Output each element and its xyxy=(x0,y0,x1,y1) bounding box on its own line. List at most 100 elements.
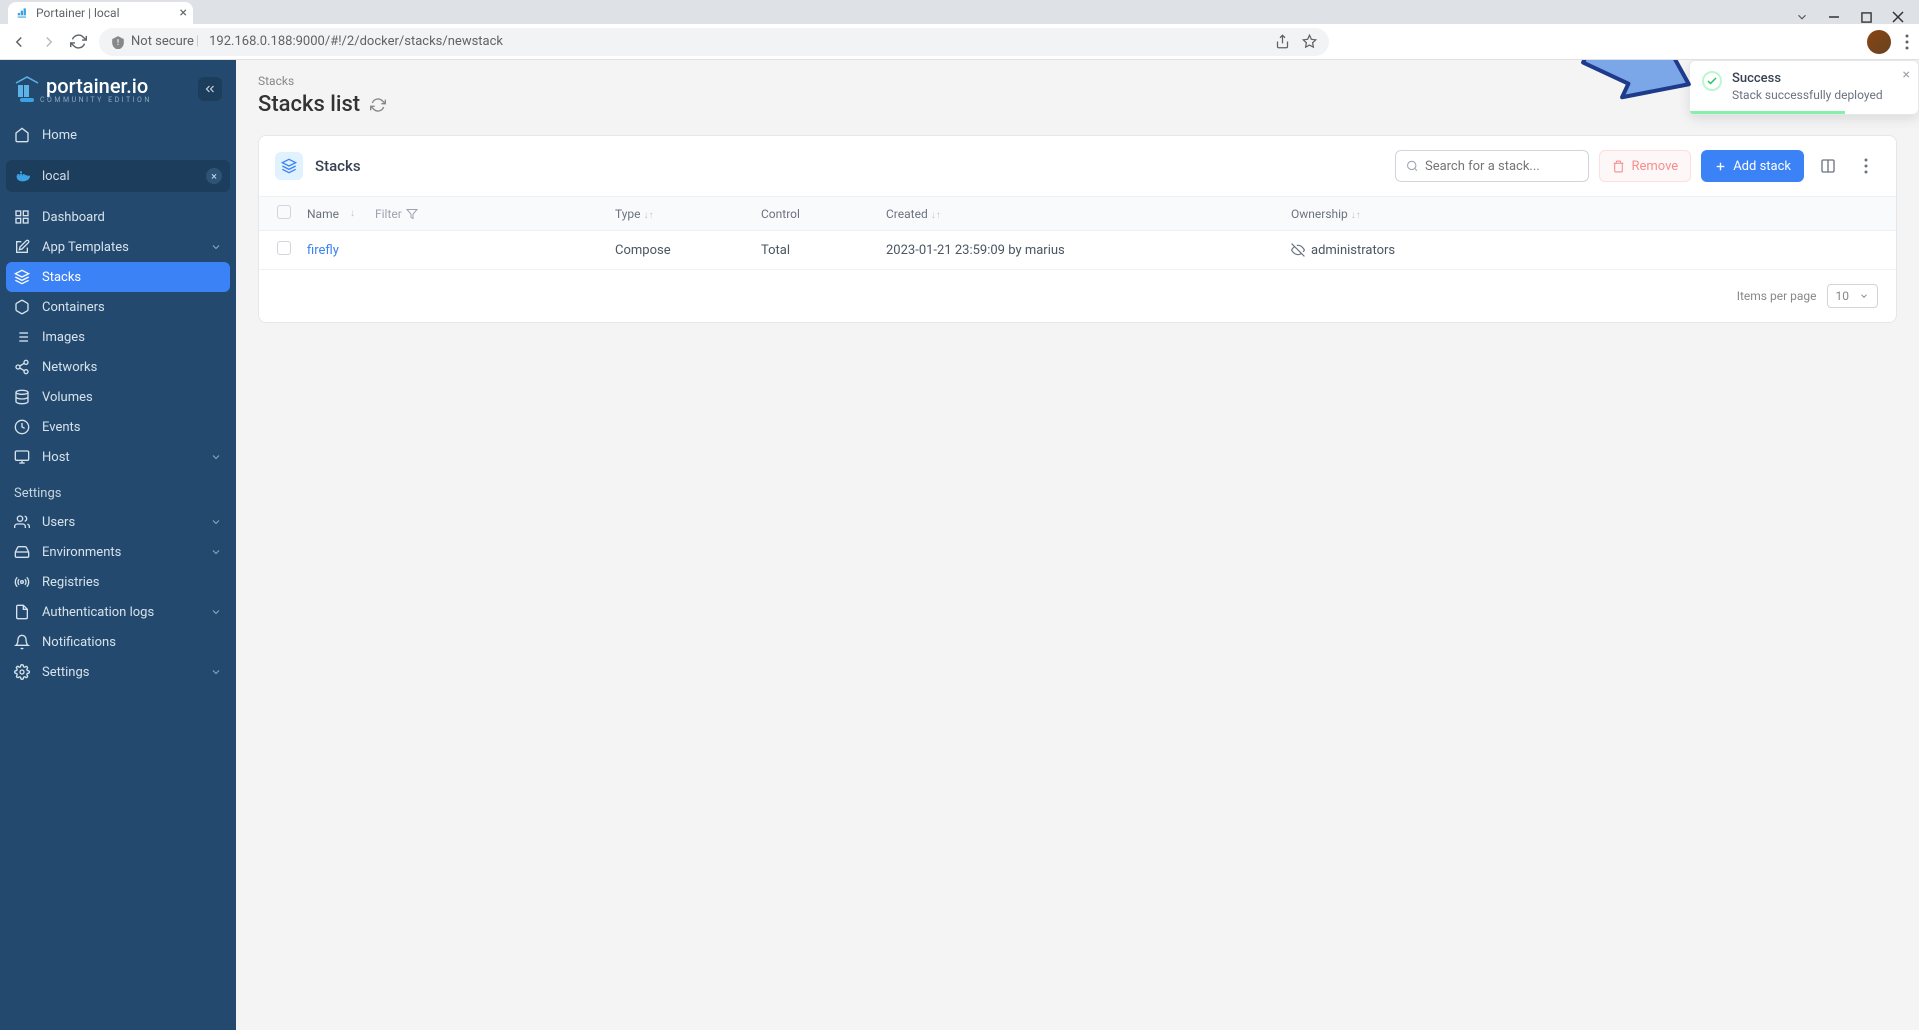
sidebar-item-users[interactable]: Users xyxy=(0,507,236,537)
sort-desc-icon[interactable]: ↓ xyxy=(350,208,355,219)
sidebar-item-label: Users xyxy=(42,515,75,530)
share-icon[interactable] xyxy=(1275,34,1290,49)
sort-icon[interactable]: ↓↑ xyxy=(1351,210,1361,221)
share-nodes-icon xyxy=(14,359,30,375)
sidebar-item-label: Stacks xyxy=(42,270,81,285)
hard-drive-icon xyxy=(14,544,30,560)
database-icon xyxy=(14,389,30,405)
environment-close-icon[interactable]: × xyxy=(206,168,222,184)
bookmark-star-icon[interactable] xyxy=(1302,34,1317,49)
filter-button[interactable]: Filter xyxy=(375,207,418,221)
browser-tab-strip: Portainer | local × xyxy=(0,0,1919,24)
search-input[interactable] xyxy=(1425,159,1579,174)
sidebar-item-environments[interactable]: Environments xyxy=(0,537,236,567)
chevron-down-icon[interactable] xyxy=(1795,10,1809,24)
search-icon xyxy=(1406,159,1419,173)
sidebar-item-label: Home xyxy=(42,128,77,143)
filter-icon xyxy=(406,208,418,220)
address-bar[interactable]: Not secure | 192.168.0.188:9000/#!/2/doc… xyxy=(99,28,1329,56)
annotation-arrow xyxy=(1579,60,1709,116)
minimize-icon[interactable] xyxy=(1827,10,1841,24)
sidebar-item-containers[interactable]: Containers xyxy=(0,292,236,322)
remove-button[interactable]: Remove xyxy=(1599,150,1691,182)
settings-section-label: Settings xyxy=(0,472,236,507)
toast-message: Stack successfully deployed xyxy=(1732,88,1883,102)
clock-icon xyxy=(14,419,30,435)
browser-tab[interactable]: Portainer | local × xyxy=(8,2,193,24)
select-all-checkbox[interactable] xyxy=(277,205,291,219)
collapse-sidebar-button[interactable] xyxy=(198,77,222,101)
sidebar-item-events[interactable]: Events xyxy=(0,412,236,442)
column-created[interactable]: Created xyxy=(886,207,928,221)
refresh-icon[interactable] xyxy=(370,97,386,113)
tab-favicon xyxy=(16,6,30,20)
row-ownership: administrators xyxy=(1311,243,1395,258)
layers-icon xyxy=(14,269,30,285)
edit-icon xyxy=(14,239,30,255)
tab-close-icon[interactable]: × xyxy=(180,5,187,21)
environment-label: local xyxy=(42,169,70,184)
sidebar-item-label: Environments xyxy=(42,545,121,560)
chevron-down-icon xyxy=(210,606,222,618)
radio-icon xyxy=(14,574,30,590)
brand-subtitle: COMMUNITY EDITION xyxy=(40,96,152,104)
sidebar-item-app-templates[interactable]: App Templates xyxy=(0,232,236,262)
profile-avatar[interactable] xyxy=(1867,30,1891,54)
sidebar-item-label: Volumes xyxy=(42,390,93,405)
sidebar-item-label: Authentication logs xyxy=(42,605,154,620)
sidebar-item-label: Notifications xyxy=(42,635,116,650)
remove-button-label: Remove xyxy=(1631,159,1678,174)
sidebar-item-notifications[interactable]: Notifications xyxy=(0,627,236,657)
kebab-menu-icon[interactable] xyxy=(1905,34,1909,50)
sort-icon[interactable]: ↓↑ xyxy=(644,210,654,221)
column-control[interactable]: Control xyxy=(761,207,800,221)
sidebar-item-label: Host xyxy=(42,450,70,465)
toast-close-icon[interactable]: × xyxy=(1903,67,1910,83)
sort-icon[interactable]: ↓↑ xyxy=(931,210,941,221)
window-close-icon[interactable] xyxy=(1891,10,1905,24)
items-per-page-select[interactable]: 10 xyxy=(1827,284,1879,308)
sidebar-item-networks[interactable]: Networks xyxy=(0,352,236,382)
portainer-logo-icon xyxy=(14,75,40,103)
add-stack-label: Add stack xyxy=(1733,159,1791,174)
sidebar-item-registries[interactable]: Registries xyxy=(0,567,236,597)
success-toast: × Success Stack successfully deployed xyxy=(1689,60,1919,115)
sidebar-item-home[interactable]: Home xyxy=(0,120,236,150)
sidebar-item-label: Registries xyxy=(42,575,100,590)
forward-icon[interactable] xyxy=(40,33,58,51)
toast-progress-bar xyxy=(1690,111,1845,114)
sidebar-item-auth-logs[interactable]: Authentication logs xyxy=(0,597,236,627)
column-name[interactable]: Name xyxy=(307,207,339,221)
reload-icon[interactable] xyxy=(70,33,87,50)
table-header-row: Name ↓ Filter Type↓↑ Control Created↓↑ O… xyxy=(259,196,1896,231)
column-ownership[interactable]: Ownership xyxy=(1291,207,1348,221)
sidebar-item-label: Dashboard xyxy=(42,210,105,225)
sidebar-item-settings[interactable]: Settings xyxy=(0,657,236,687)
more-options-button[interactable] xyxy=(1852,150,1880,182)
columns-button[interactable] xyxy=(1814,150,1842,182)
search-input-wrapper[interactable] xyxy=(1395,150,1589,182)
sidebar-item-volumes[interactable]: Volumes xyxy=(0,382,236,412)
chevron-down-icon xyxy=(210,516,222,528)
not-secure-badge: Not secure xyxy=(111,34,194,49)
chevron-down-icon xyxy=(210,666,222,678)
bell-icon xyxy=(14,634,30,650)
back-icon[interactable] xyxy=(10,33,28,51)
row-checkbox[interactable] xyxy=(277,241,291,255)
sidebar-item-label: Containers xyxy=(42,300,105,315)
column-type[interactable]: Type xyxy=(615,207,641,221)
maximize-icon[interactable] xyxy=(1859,10,1873,24)
add-stack-button[interactable]: Add stack xyxy=(1701,150,1804,182)
environment-badge[interactable]: local × xyxy=(6,160,230,192)
sidebar-item-dashboard[interactable]: Dashboard xyxy=(0,202,236,232)
sidebar-item-images[interactable]: Images xyxy=(0,322,236,352)
layers-icon xyxy=(275,152,303,180)
dashboard-icon xyxy=(14,209,30,225)
stack-name-link[interactable]: firefly xyxy=(307,243,339,258)
sidebar-item-stacks[interactable]: Stacks xyxy=(6,262,230,292)
row-type: Compose xyxy=(615,243,761,258)
tab-title: Portainer | local xyxy=(36,6,120,20)
sidebar: portainer.io COMMUNITY EDITION Home loca… xyxy=(0,60,236,1030)
sidebar-item-host[interactable]: Host xyxy=(0,442,236,472)
chevron-down-icon xyxy=(1859,291,1869,301)
